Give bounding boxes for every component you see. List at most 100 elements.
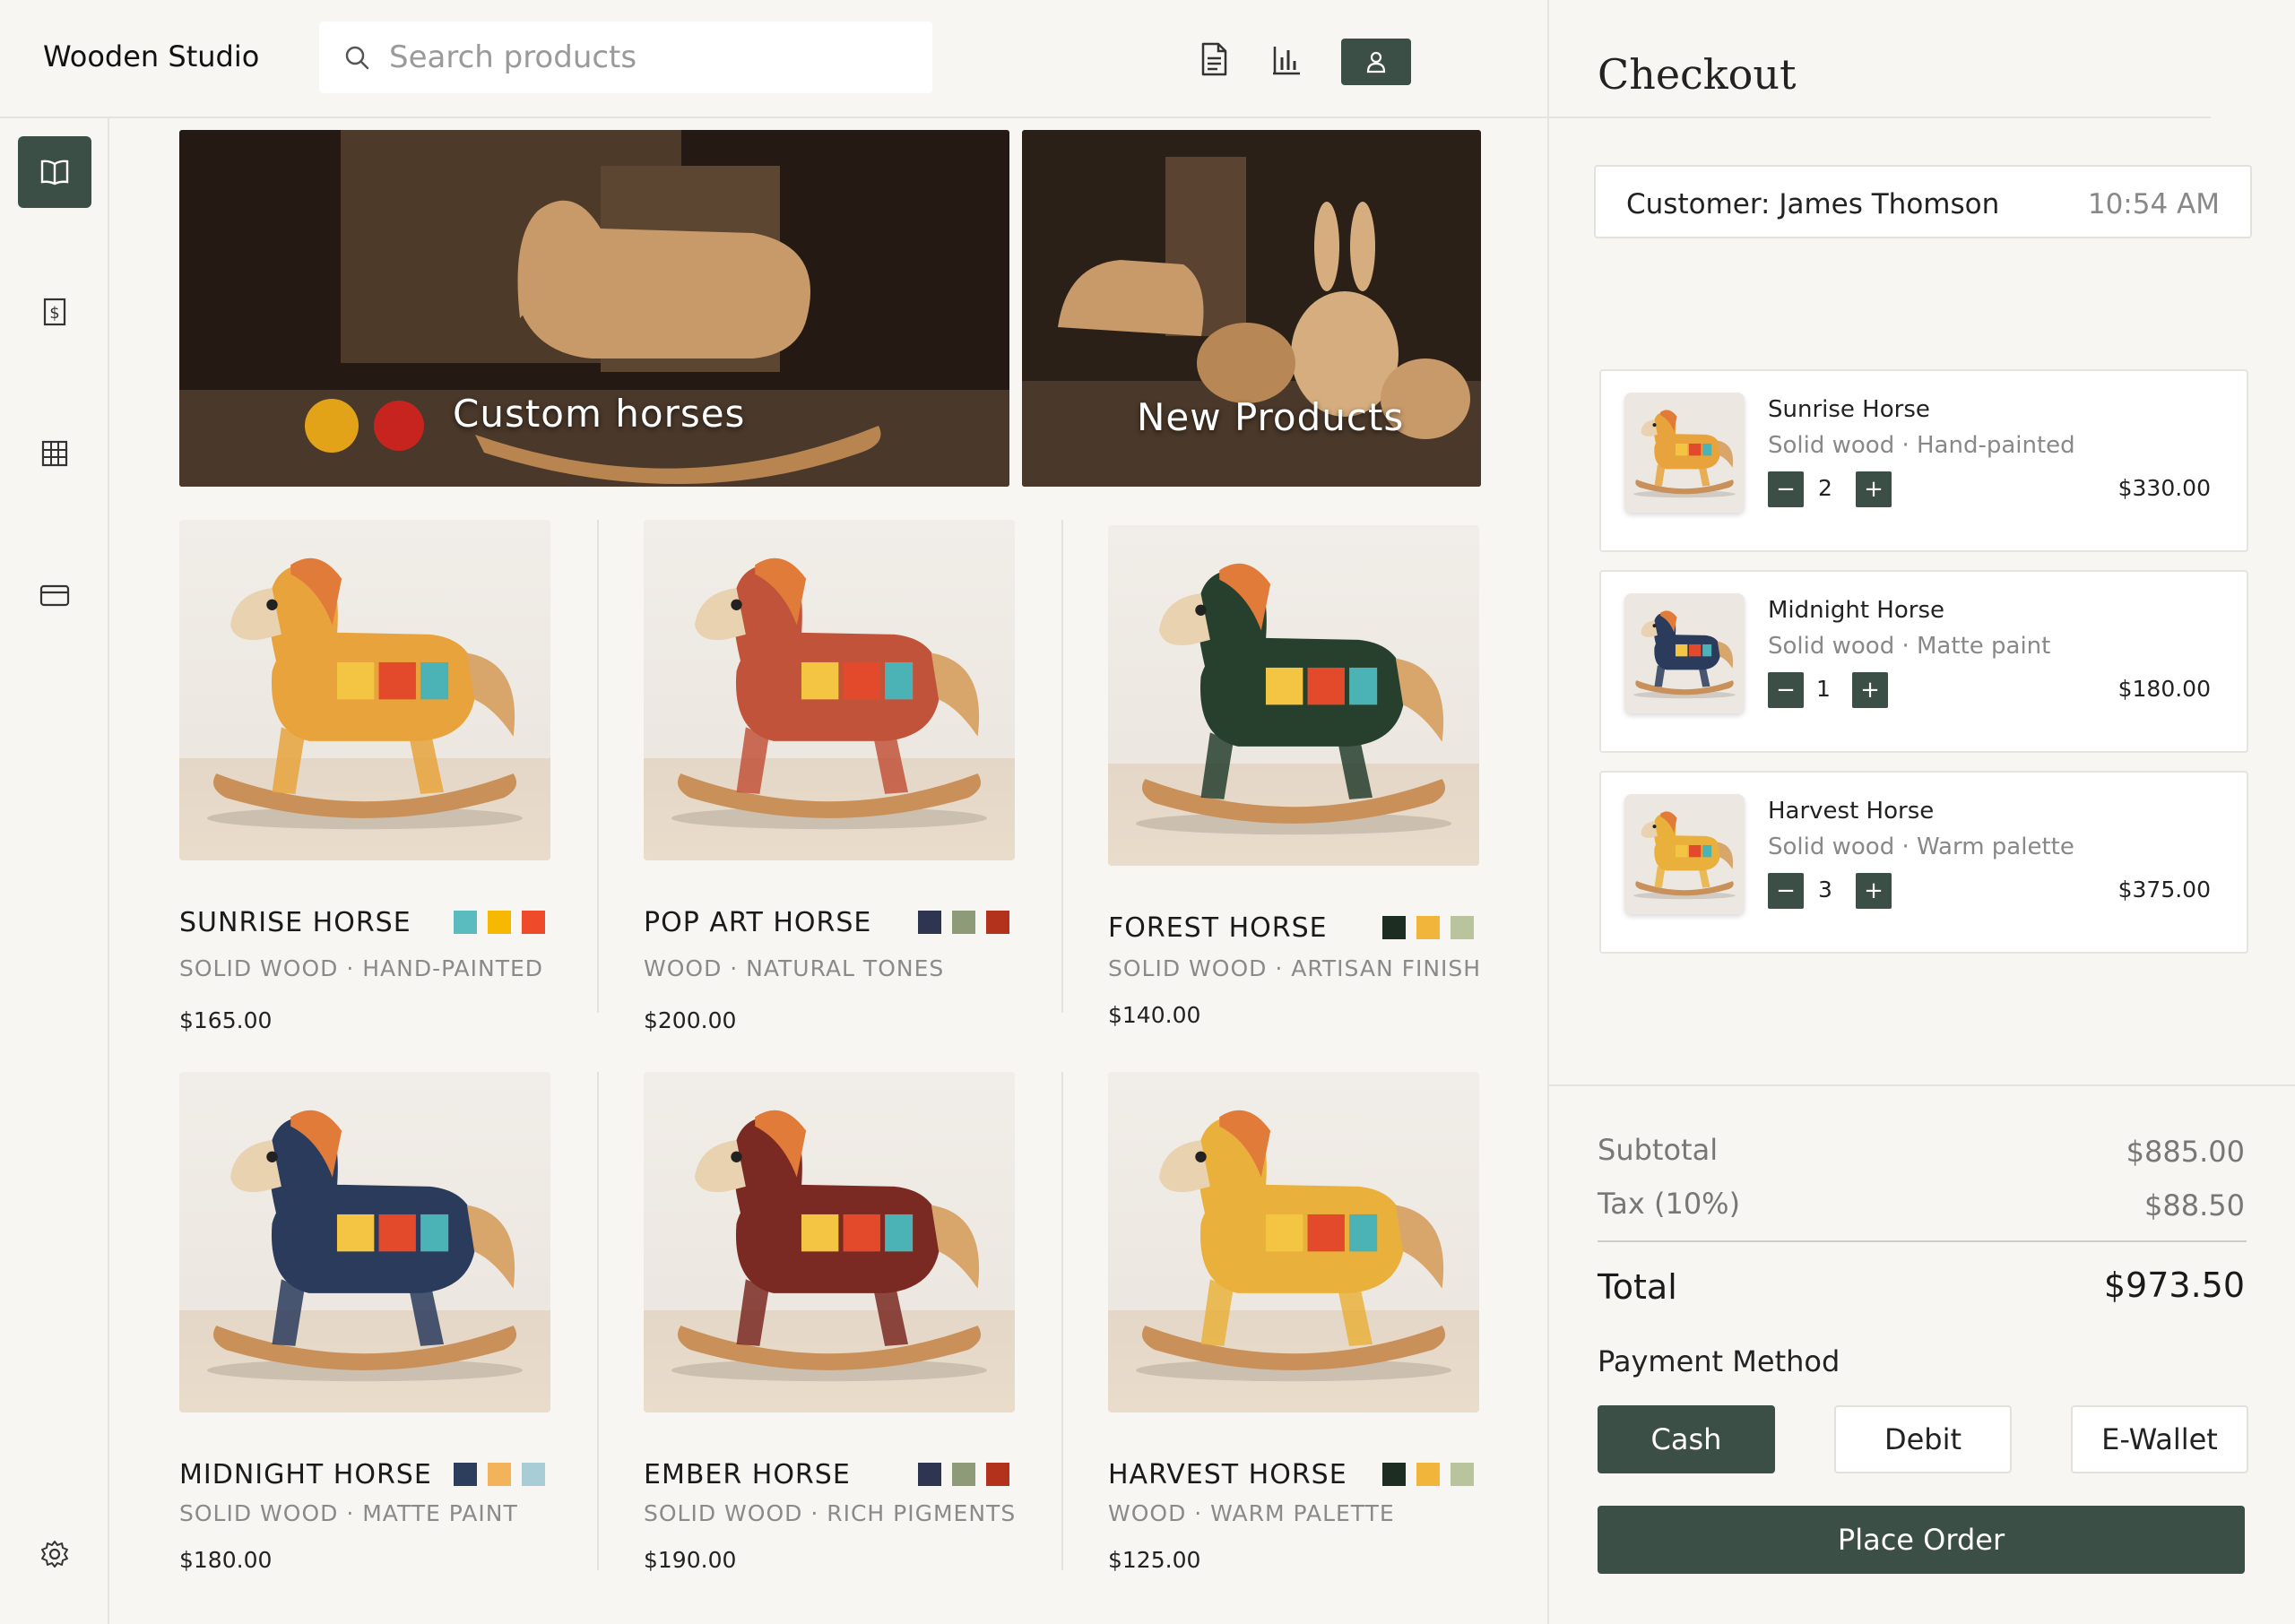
- banner-new-products[interactable]: New Products: [1022, 130, 1481, 487]
- payment-method-label: Payment Method: [1598, 1344, 1840, 1378]
- product-name: FOREST HORSE: [1108, 912, 1328, 944]
- search-input[interactable]: [389, 39, 891, 75]
- item-name: Sunrise Horse: [1768, 396, 1930, 423]
- sidebar-item-billing[interactable]: $: [18, 276, 91, 348]
- product-card-harvest[interactable]: [1108, 1072, 1479, 1412]
- cart-item: Sunrise Horse Solid wood · Hand-painted …: [1599, 369, 2248, 552]
- item-description: Solid wood · Matte paint: [1768, 633, 2051, 660]
- product-description: SOLID WOOD · RICH PIGMENTS: [644, 1500, 1017, 1526]
- item-thumbnail: [1624, 593, 1745, 713]
- product-price: $180.00: [179, 1547, 273, 1573]
- svg-text:$: $: [49, 304, 59, 323]
- color-swatches: [454, 1463, 545, 1486]
- user-button[interactable]: [1341, 39, 1411, 85]
- payment-ewallet-button[interactable]: E-Wallet: [2071, 1405, 2248, 1473]
- color-swatch[interactable]: [952, 911, 975, 934]
- gear-icon: [41, 1541, 68, 1568]
- document-icon[interactable]: [1198, 41, 1230, 77]
- product-description: SOLID WOOD · ARTISAN FINISH: [1108, 955, 1482, 981]
- product-card-forest[interactable]: [1108, 525, 1479, 866]
- color-swatch[interactable]: [986, 1463, 1009, 1486]
- decrease-quantity-button[interactable]: −: [1768, 873, 1804, 909]
- search-icon: [345, 46, 369, 70]
- bar-chart-icon[interactable]: [1269, 41, 1302, 77]
- checkout-title: Checkout: [1598, 50, 1797, 99]
- product-price: $140.00: [1108, 1002, 1201, 1028]
- product-image: [1108, 525, 1479, 866]
- color-swatch[interactable]: [1382, 916, 1406, 939]
- place-order-button[interactable]: Place Order: [1598, 1506, 2245, 1574]
- color-swatch[interactable]: [522, 1463, 545, 1486]
- item-price: $330.00: [2117, 475, 2211, 501]
- sidebar-item-payments[interactable]: [18, 559, 91, 631]
- sidebar-item-settings[interactable]: [18, 1518, 91, 1590]
- color-swatch[interactable]: [918, 1463, 941, 1486]
- receipt-icon: $: [43, 298, 66, 326]
- product-price: $200.00: [644, 1007, 737, 1033]
- product-price: $165.00: [179, 1007, 273, 1033]
- product-name: HARVEST HORSE: [1108, 1459, 1347, 1490]
- customer-info[interactable]: Customer: James Thomson 10:54 AM: [1594, 165, 2252, 238]
- item-name: Harvest Horse: [1768, 798, 1935, 825]
- payment-debit-button[interactable]: Debit: [1834, 1405, 2012, 1473]
- column-divider: [597, 1072, 599, 1570]
- color-swatch[interactable]: [454, 1463, 477, 1486]
- color-swatch[interactable]: [918, 911, 941, 934]
- item-name: Midnight Horse: [1768, 597, 1944, 624]
- card-icon: [39, 584, 70, 607]
- item-description: Solid wood · Hand-painted: [1768, 432, 2075, 459]
- increase-quantity-button[interactable]: +: [1852, 672, 1888, 708]
- product-image: [179, 520, 550, 860]
- color-swatches: [918, 911, 1009, 934]
- search-bar[interactable]: [319, 22, 932, 93]
- item-thumbnail: [1624, 393, 1745, 513]
- color-swatch[interactable]: [454, 911, 477, 934]
- color-swatch[interactable]: [488, 1463, 511, 1486]
- product-card-ember[interactable]: [644, 1072, 1015, 1412]
- product-card-pop-art[interactable]: [644, 520, 1015, 860]
- color-swatch[interactable]: [952, 1463, 975, 1486]
- color-swatch[interactable]: [522, 911, 545, 934]
- color-swatch[interactable]: [488, 911, 511, 934]
- color-swatches: [1382, 1463, 1474, 1486]
- decrease-quantity-button[interactable]: −: [1768, 471, 1804, 507]
- product-price: $125.00: [1108, 1547, 1201, 1573]
- decrease-quantity-button[interactable]: −: [1768, 672, 1804, 708]
- banner-custom-horses[interactable]: Custom horses: [179, 130, 1009, 487]
- product-price: $190.00: [644, 1547, 737, 1573]
- item-quantity: 1: [1816, 676, 1831, 702]
- color-swatch[interactable]: [1451, 1463, 1474, 1486]
- subtotal-label: Subtotal: [1598, 1133, 1719, 1167]
- user-icon: [1366, 51, 1386, 73]
- sidebar-item-inventory[interactable]: [18, 418, 91, 489]
- increase-quantity-button[interactable]: +: [1856, 873, 1892, 909]
- payment-cash-button[interactable]: Cash: [1598, 1405, 1775, 1473]
- color-swatch[interactable]: [1416, 916, 1440, 939]
- checkout-panel: Checkout Customer: James Thomson 10:54 A…: [1547, 0, 2295, 1624]
- tax-value: $88.50: [2144, 1188, 2245, 1222]
- subtotal-value: $885.00: [2126, 1135, 2245, 1169]
- product-image: [179, 1072, 550, 1412]
- book-icon: [40, 160, 69, 186]
- color-swatches: [1382, 916, 1474, 939]
- product-image: [1108, 1072, 1479, 1412]
- product-description: SOLID WOOD · MATTE PAINT: [179, 1500, 518, 1526]
- color-swatch[interactable]: [986, 911, 1009, 934]
- color-swatch[interactable]: [1451, 916, 1474, 939]
- color-swatch[interactable]: [1382, 1463, 1406, 1486]
- brand-name: Wooden Studio: [43, 39, 260, 73]
- product-card-sunrise[interactable]: [179, 520, 550, 860]
- item-description: Solid wood · Warm palette: [1768, 834, 2074, 860]
- order-time: 10:54 AM: [2087, 188, 2220, 220]
- item-quantity: 2: [1818, 475, 1832, 501]
- item-price: $375.00: [2117, 877, 2211, 903]
- increase-quantity-button[interactable]: +: [1856, 471, 1892, 507]
- color-swatch[interactable]: [1416, 1463, 1440, 1486]
- sidebar-item-catalog[interactable]: [18, 136, 91, 208]
- product-name: MIDNIGHT HORSE: [179, 1459, 432, 1490]
- sidebar: $: [0, 118, 109, 1624]
- product-description: WOOD · NATURAL TONES: [644, 955, 945, 981]
- cart-item: Harvest Horse Solid wood · Warm palette …: [1599, 771, 2248, 954]
- product-card-midnight[interactable]: [179, 1072, 550, 1412]
- product-image: [644, 520, 1015, 860]
